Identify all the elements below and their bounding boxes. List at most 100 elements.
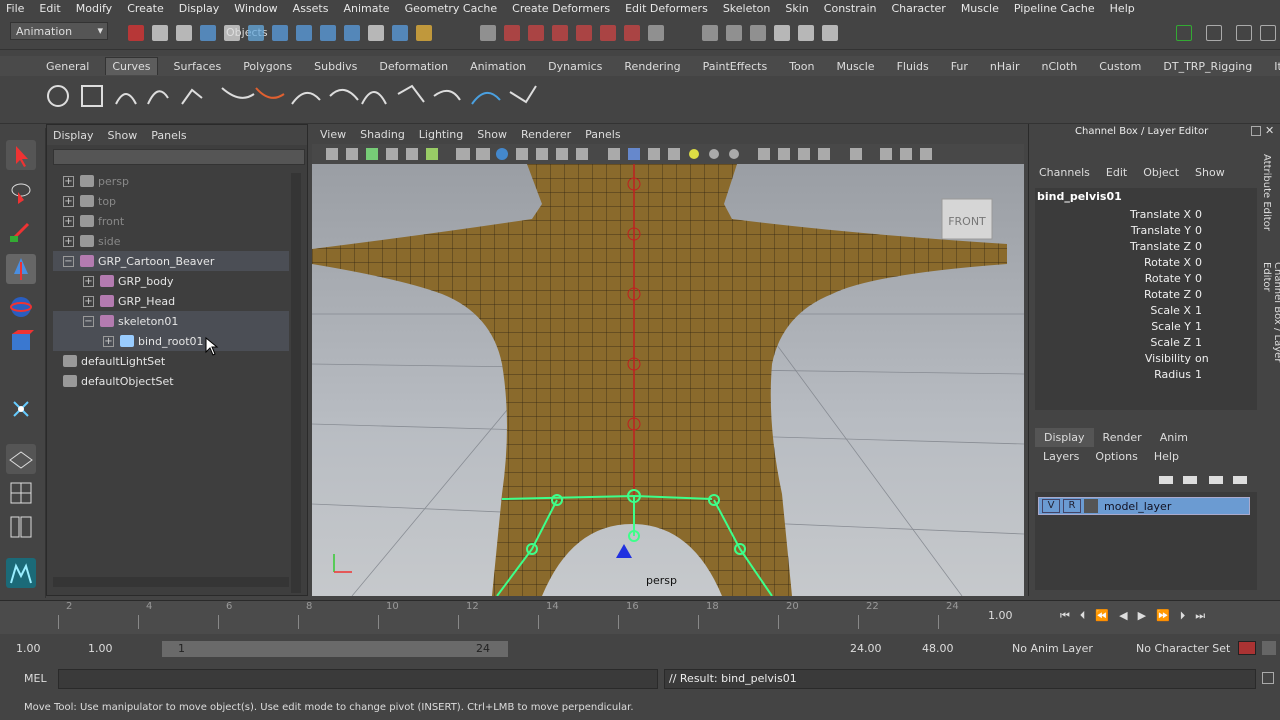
channel-menu-object[interactable]: Object [1143, 166, 1179, 179]
move-tool-icon[interactable] [6, 254, 36, 284]
layer-reference-toggle[interactable]: R [1063, 499, 1081, 513]
shelf-tab-nhair[interactable]: nHair [984, 58, 1026, 75]
outliner-menu-display[interactable]: Display [53, 129, 94, 142]
shelf-tab-subdivs[interactable]: Subdivs [308, 58, 363, 75]
status-tool-icon[interactable] [648, 25, 664, 41]
status-tool-icon[interactable] [600, 25, 616, 41]
channel-rotate-x[interactable]: Rotate X0 [1035, 254, 1255, 270]
channel-translate-z[interactable]: Translate Z0 [1035, 238, 1255, 254]
status-tool-icon[interactable] [392, 25, 408, 41]
channel-rotate-y[interactable]: Rotate Y0 [1035, 270, 1255, 286]
rotate-tool-icon[interactable] [6, 292, 36, 322]
expand-toggle-icon[interactable]: + [63, 175, 74, 187]
status-tool-icon[interactable] [528, 25, 544, 41]
menu-help[interactable]: Help [1110, 2, 1135, 15]
start-time-field[interactable]: 1.00 [12, 640, 72, 658]
curve-tools-icons[interactable] [40, 76, 600, 124]
playback-end-field[interactable]: 24.00 [846, 640, 910, 658]
status-tool-icon[interactable] [368, 25, 384, 41]
channel-value[interactable]: 1 [1191, 320, 1251, 333]
expand-toggle-icon[interactable]: + [83, 295, 94, 307]
shelf-tab-rendering[interactable]: Rendering [618, 58, 686, 75]
time-slider[interactable]: 2 4 6 8 10 12 14 16 18 20 22 24 1.00 ⏮ ⏴ ⏪ ◀ ▶ ⏩ ⏵ ⏭ [0, 600, 1280, 634]
channel-menu-channels[interactable]: Channels [1039, 166, 1090, 179]
viewport-scene[interactable]: FRONT persp [312, 164, 1024, 596]
outliner-item[interactable]: + top [53, 191, 289, 211]
outliner-item[interactable]: + side [53, 231, 289, 251]
menu-character[interactable]: Character [892, 2, 946, 15]
channel-value[interactable]: 0 [1191, 288, 1251, 301]
layer-visibility-toggle[interactable]: V [1042, 499, 1060, 513]
channel-radius[interactable]: Radius 1 [1035, 366, 1255, 382]
expand-toggle-icon[interactable]: + [63, 195, 74, 207]
panel-toggle-icon[interactable] [1236, 25, 1252, 41]
status-tool-icon[interactable] [248, 25, 264, 41]
expand-toggle-icon[interactable]: + [63, 215, 74, 227]
channel-value[interactable]: 1 [1191, 336, 1251, 349]
expand-toggle-icon[interactable]: − [63, 255, 74, 267]
channel-value[interactable]: 0 [1191, 208, 1251, 221]
scale-tool-icon[interactable] [6, 326, 36, 356]
current-frame-field[interactable]: 1.00 [984, 607, 1032, 625]
menu-skeleton[interactable]: Skeleton [723, 2, 771, 15]
layer-menu-layers[interactable]: Layers [1043, 450, 1079, 463]
channel-value[interactable]: 0 [1191, 224, 1251, 237]
outliner-item[interactable]: + front [53, 211, 289, 231]
channel-value[interactable]: 0 [1191, 240, 1251, 253]
status-tool-icon[interactable] [272, 25, 288, 41]
viewport-menu-lighting[interactable]: Lighting [419, 128, 463, 141]
channel-menu-edit[interactable]: Edit [1106, 166, 1127, 179]
script-editor-icon[interactable] [1262, 672, 1274, 684]
close-icon[interactable]: ✕ [1265, 124, 1274, 137]
playback-start-field[interactable]: 1.00 [84, 640, 154, 658]
status-tool-icon[interactable] [576, 25, 592, 41]
command-input[interactable] [58, 669, 658, 689]
lasso-tool-icon[interactable] [6, 178, 36, 208]
channel-translate-y[interactable]: Translate Y0 [1035, 222, 1255, 238]
step-forward-icon[interactable]: ⏵ [1180, 609, 1186, 623]
status-tool-icon[interactable] [344, 25, 360, 41]
status-tool-icon[interactable] [504, 25, 520, 41]
menu-assets[interactable]: Assets [293, 2, 329, 15]
channel-scale-z[interactable]: Scale Z1 [1035, 334, 1255, 350]
channel-value[interactable]: 0 [1191, 272, 1251, 285]
outliner-item[interactable]: + GRP_body [53, 271, 289, 291]
outliner-item[interactable]: defaultObjectSet [53, 371, 289, 391]
select-tool-icon[interactable] [6, 140, 36, 170]
shelf-tab-general[interactable]: General [40, 58, 95, 75]
shelf-tab-ncloth[interactable]: nCloth [1035, 58, 1083, 75]
paint-select-tool-icon[interactable] [6, 216, 36, 246]
command-language[interactable]: MEL [24, 672, 47, 685]
shelf-tab-muscle[interactable]: Muscle [830, 58, 880, 75]
layer-tab-anim[interactable]: Anim [1151, 428, 1197, 447]
menu-constrain[interactable]: Constrain [824, 2, 877, 15]
channel-rotate-z[interactable]: Rotate Z0 [1035, 286, 1255, 302]
viewport-menu-show[interactable]: Show [477, 128, 507, 141]
outliner-item[interactable]: + persp [53, 171, 289, 191]
viewport-menu-panels[interactable]: Panels [585, 128, 620, 141]
channel-menu-show[interactable]: Show [1195, 166, 1225, 179]
shelf-tab-dt_trp_rigging[interactable]: DT_TRP_Rigging [1157, 58, 1258, 75]
tab-attribute-editor[interactable]: Attribute Editor [1261, 154, 1272, 231]
layer-menu-options[interactable]: Options [1095, 450, 1137, 463]
menu-muscle[interactable]: Muscle [961, 2, 999, 15]
outliner-item[interactable]: + bind_root01 [53, 331, 289, 351]
status-tool-icon[interactable] [702, 25, 718, 41]
panel-toggle-icon[interactable] [1176, 25, 1192, 41]
panel-toggle-icon[interactable] [1260, 25, 1276, 41]
menu-animate[interactable]: Animate [343, 2, 389, 15]
status-tool-icon[interactable] [176, 25, 192, 41]
go-to-end-icon[interactable]: ⏭ [1195, 609, 1205, 623]
outliner-scrollbar[interactable] [291, 173, 301, 593]
go-to-start-icon[interactable]: ⏮ [1060, 609, 1070, 623]
shelf-tab-dynamics[interactable]: Dynamics [542, 58, 608, 75]
expand-toggle-icon[interactable]: + [103, 335, 114, 347]
single-layout-icon[interactable] [6, 444, 36, 474]
status-tool-icon[interactable] [296, 25, 312, 41]
side-tabs[interactable]: Attribute Editor Channel Box / Layer Edi… [1261, 154, 1280, 394]
menu-pipeline-cache[interactable]: Pipeline Cache [1014, 2, 1095, 15]
layer-tab-display[interactable]: Display [1035, 428, 1094, 447]
menu-edit-deformers[interactable]: Edit Deformers [625, 2, 708, 15]
status-tool-icon[interactable] [224, 25, 240, 41]
layer-tab-render[interactable]: Render [1094, 428, 1151, 447]
